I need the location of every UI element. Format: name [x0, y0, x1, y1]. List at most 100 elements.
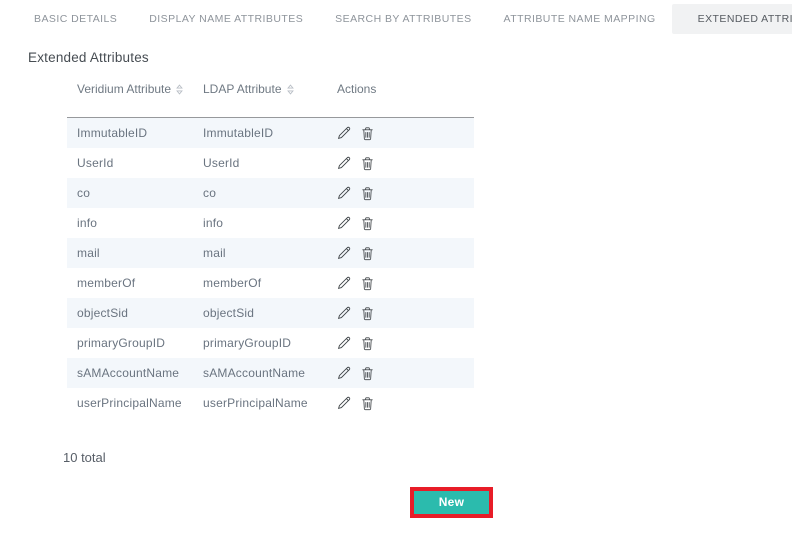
veridium-attribute-cell: userPrincipalName — [67, 396, 193, 410]
table-row: objectSid objectSid — [67, 298, 474, 328]
pencil-icon — [337, 188, 351, 203]
table-row: co co — [67, 178, 474, 208]
delete-button[interactable] — [361, 306, 374, 321]
actions-cell — [327, 306, 474, 321]
total-count: 10 total — [63, 450, 792, 465]
tab-search-by-attributes[interactable]: SEARCH BY ATTRIBUTES — [319, 4, 487, 34]
table-row: ImmutableID ImmutableID — [67, 118, 474, 148]
table-body: ImmutableID ImmutableID UserId UserId — [67, 118, 474, 418]
edit-button[interactable] — [337, 306, 351, 320]
actions-cell — [327, 156, 474, 171]
ldap-attribute-cell: ImmutableID — [193, 126, 327, 140]
extended-attributes-table: Veridium Attribute LDAP Attribute Action… — [67, 82, 474, 418]
new-button-highlight-box: New — [410, 487, 493, 518]
pencil-icon — [337, 308, 351, 323]
table-header-row: Veridium Attribute LDAP Attribute Action… — [67, 82, 474, 118]
veridium-attribute-cell: ImmutableID — [67, 126, 193, 140]
delete-button[interactable] — [361, 126, 374, 141]
actions-cell — [327, 216, 474, 231]
trash-icon — [361, 399, 374, 414]
column-header-label: Actions — [337, 82, 376, 96]
table-row: info info — [67, 208, 474, 238]
tab-display-name-attributes[interactable]: DISPLAY NAME ATTRIBUTES — [133, 4, 319, 34]
veridium-attribute-cell: sAMAccountName — [67, 366, 193, 380]
edit-button[interactable] — [337, 366, 351, 380]
pencil-icon — [337, 338, 351, 353]
table-row: primaryGroupID primaryGroupID — [67, 328, 474, 358]
pencil-icon — [337, 218, 351, 233]
ldap-attribute-cell: co — [193, 186, 327, 200]
button-row: New — [0, 487, 792, 518]
actions-cell — [327, 276, 474, 291]
sort-arrows-icon — [287, 84, 294, 95]
column-header[interactable]: LDAP Attribute — [193, 82, 327, 117]
delete-button[interactable] — [361, 216, 374, 231]
delete-button[interactable] — [361, 336, 374, 351]
trash-icon — [361, 159, 374, 174]
table-row: UserId UserId — [67, 148, 474, 178]
actions-cell — [327, 126, 474, 141]
pencil-icon — [337, 278, 351, 293]
veridium-attribute-cell: info — [67, 216, 193, 230]
trash-icon — [361, 249, 374, 264]
table-row: userPrincipalName userPrincipalName — [67, 388, 474, 418]
column-header-label: Veridium Attribute — [77, 82, 171, 96]
trash-icon — [361, 189, 374, 204]
ldap-attribute-cell: memberOf — [193, 276, 327, 290]
page-title: Extended Attributes — [28, 50, 792, 65]
pencil-icon — [337, 158, 351, 173]
tab-attribute-name-mapping[interactable]: ATTRIBUTE NAME MAPPING — [488, 4, 672, 34]
actions-cell — [327, 336, 474, 351]
actions-cell — [327, 246, 474, 261]
pencil-icon — [337, 248, 351, 263]
table-row: sAMAccountName sAMAccountName — [67, 358, 474, 388]
tab-basic-details[interactable]: BASIC DETAILS — [18, 4, 133, 34]
sort-arrows-icon — [176, 84, 183, 95]
trash-icon — [361, 309, 374, 324]
column-header-label: LDAP Attribute — [203, 82, 282, 96]
delete-button[interactable] — [361, 186, 374, 201]
veridium-attribute-cell: UserId — [67, 156, 193, 170]
table-row: mail mail — [67, 238, 474, 268]
ldap-attribute-cell: UserId — [193, 156, 327, 170]
tab-extended-attributes[interactable]: EXTENDED ATTRIBUTES — [672, 4, 792, 34]
edit-button[interactable] — [337, 276, 351, 290]
actions-cell — [327, 366, 474, 381]
pencil-icon — [337, 368, 351, 383]
ldap-attribute-cell: sAMAccountName — [193, 366, 327, 380]
ldap-attribute-cell: userPrincipalName — [193, 396, 327, 410]
delete-button[interactable] — [361, 156, 374, 171]
new-button[interactable]: New — [414, 491, 489, 514]
edit-button[interactable] — [337, 246, 351, 260]
veridium-attribute-cell: mail — [67, 246, 193, 260]
pencil-icon — [337, 398, 351, 413]
ldap-attribute-cell: primaryGroupID — [193, 336, 327, 350]
pencil-icon — [337, 128, 351, 143]
edit-button[interactable] — [337, 126, 351, 140]
actions-cell — [327, 186, 474, 201]
delete-button[interactable] — [361, 276, 374, 291]
edit-button[interactable] — [337, 156, 351, 170]
extended-attributes-page: BASIC DETAILSDISPLAY NAME ATTRIBUTESSEAR… — [0, 0, 792, 518]
delete-button[interactable] — [361, 246, 374, 261]
veridium-attribute-cell: primaryGroupID — [67, 336, 193, 350]
delete-button[interactable] — [361, 396, 374, 411]
edit-button[interactable] — [337, 186, 351, 200]
actions-cell — [327, 396, 474, 411]
ldap-attribute-cell: objectSid — [193, 306, 327, 320]
veridium-attribute-cell: memberOf — [67, 276, 193, 290]
trash-icon — [361, 129, 374, 144]
veridium-attribute-cell: co — [67, 186, 193, 200]
trash-icon — [361, 339, 374, 354]
trash-icon — [361, 369, 374, 384]
edit-button[interactable] — [337, 216, 351, 230]
trash-icon — [361, 219, 374, 234]
table-row: memberOf memberOf — [67, 268, 474, 298]
trash-icon — [361, 279, 374, 294]
column-header[interactable]: Veridium Attribute — [67, 82, 193, 117]
tab-bar: BASIC DETAILSDISPLAY NAME ATTRIBUTESSEAR… — [0, 0, 792, 37]
delete-button[interactable] — [361, 366, 374, 381]
edit-button[interactable] — [337, 336, 351, 350]
veridium-attribute-cell: objectSid — [67, 306, 193, 320]
edit-button[interactable] — [337, 396, 351, 410]
